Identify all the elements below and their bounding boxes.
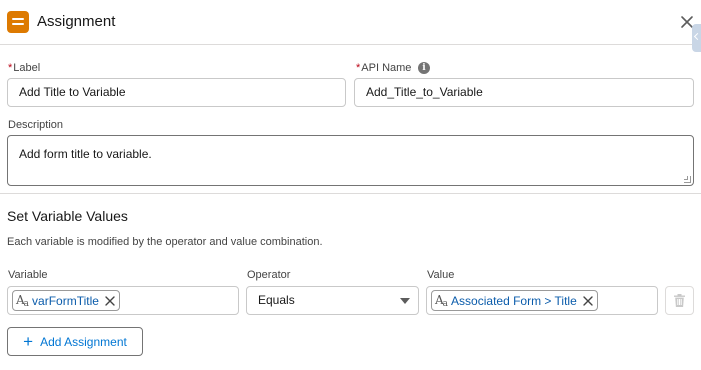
api-name-input[interactable]: Add_Title_to_Variable [354,78,694,107]
value-pill-label: Associated Form > Title [451,293,577,308]
description-field-label: Description [8,119,64,131]
operator-column-label: Operator [247,269,291,281]
value-pill[interactable]: Aa Associated Form > Title [431,290,598,311]
info-icon[interactable]: i [418,62,430,74]
modal-header: Assignment [0,0,701,45]
remove-pill-icon[interactable] [583,295,593,306]
text-type-icon: Aa [16,292,29,309]
add-assignment-button[interactable]: + Add Assignment [7,327,143,356]
add-assignment-label: Add Assignment [40,334,127,349]
operator-select[interactable]: Equals [246,286,419,315]
description-textarea[interactable]: Add form title to variable. [7,135,694,186]
operator-selected-value: Equals [258,293,295,307]
panel-toggle-tab[interactable] [692,24,701,52]
required-marker: * [356,62,361,74]
resize-handle[interactable] [684,176,691,183]
variable-pill[interactable]: Aa varFormTitle [12,290,120,311]
value-column-label: Value [427,269,455,281]
trash-icon [674,294,685,307]
plus-icon: + [23,332,34,351]
section-title: Set Variable Values [7,208,128,224]
modal-title: Assignment [37,13,116,30]
variable-combobox[interactable]: Aa varFormTitle [7,286,239,315]
chevron-down-icon [400,298,410,304]
required-marker: * [8,62,13,74]
value-combobox[interactable]: Aa Associated Form > Title [426,286,658,315]
label-input[interactable]: Add Title to Variable [7,78,346,107]
api-name-field-label: *API Name [356,62,411,74]
text-type-icon: Aa [435,292,448,309]
api-name-caption: API Name [361,62,412,74]
section-divider [0,193,701,194]
section-description: Each variable is modified by the operato… [7,236,323,248]
delete-row-button[interactable] [665,286,694,315]
description-text: Add form title to variable. [19,147,152,161]
variable-column-label: Variable [8,269,48,281]
label-caption: Label [13,62,41,74]
variable-pill-label: varFormTitle [32,293,99,308]
remove-pill-icon[interactable] [105,295,115,306]
assignment-icon [7,11,29,33]
label-field-label: *Label [8,62,40,74]
